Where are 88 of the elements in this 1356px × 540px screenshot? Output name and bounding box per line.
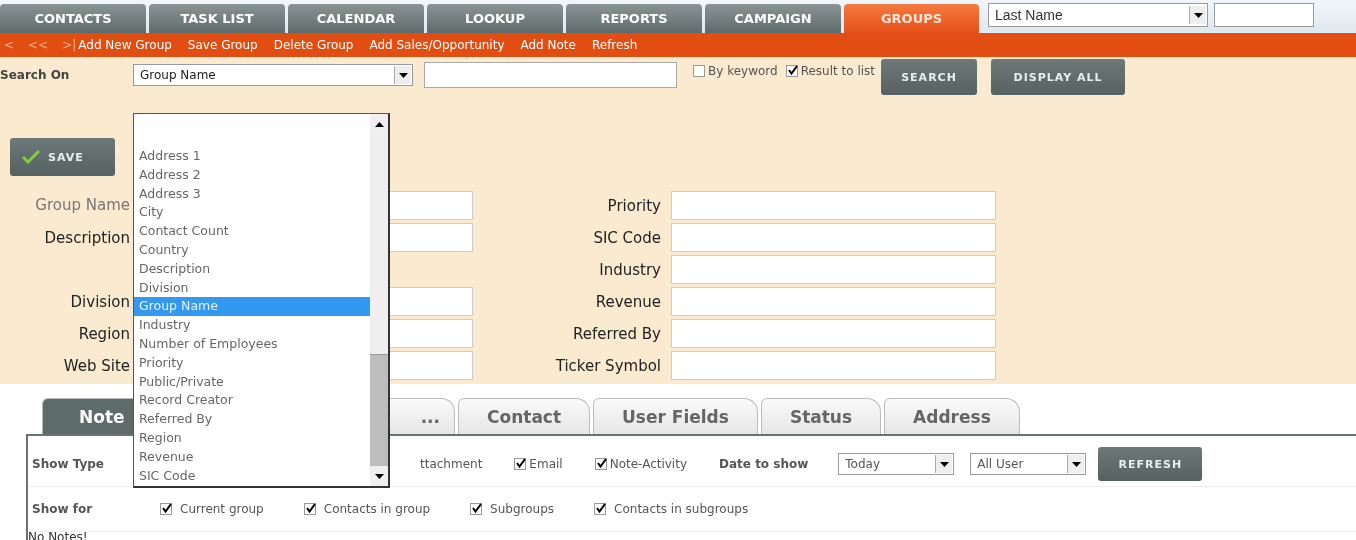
caret-up-icon [374,121,384,127]
row-label: Show for [32,502,94,516]
action-link[interactable]: Delete Group [273,38,354,52]
dropdown-option[interactable]: Country [134,241,370,260]
dropdown-option[interactable]: Address 3 [134,184,370,204]
dropdown-option[interactable]: Address 2 [134,165,370,185]
text-field[interactable] [671,191,996,220]
caret-down-icon [939,461,949,467]
nav-tab[interactable]: TASK LIST [149,4,285,33]
field-label: Industry [598,260,661,279]
dropdown-option[interactable]: Division [134,278,370,298]
checkbox-label: Current group [180,502,264,516]
tab[interactable]: Status [760,398,882,434]
caret-down-icon [1071,461,1081,467]
text-field[interactable] [671,223,996,252]
tab[interactable]: Contact [458,398,591,434]
checkbox[interactable] [160,503,172,515]
checkbox-label: Subgroups [490,502,555,516]
tab[interactable]: User Fields [593,398,758,434]
dropdown-option[interactable]: City [134,203,370,223]
search-field-dropdown[interactable]: Last Name [988,3,1208,27]
checkbox-label: Email [529,457,563,471]
refresh-button[interactable]: REFRESH [1098,447,1203,481]
search-input[interactable] [424,62,677,88]
save-button[interactable]: SAVE [10,138,115,176]
date-dropdown[interactable]: Today [838,453,955,475]
checkbox-label: ttachment [420,457,483,471]
field-label: Description [43,228,130,247]
checkbox-label: By keyword [708,64,778,78]
dropdown-option[interactable]: SIC Code [134,466,370,486]
field-dropdown[interactable]: Group Name [133,64,413,86]
scrollbar[interactable] [370,114,388,486]
text-field[interactable] [671,351,996,380]
field-label: Revenue [594,292,661,311]
checkbox[interactable] [470,503,483,515]
nav-tab[interactable]: LOOKUP [427,4,563,33]
caret-down-icon [374,473,384,479]
checkbox-label: Contacts in group [323,502,431,516]
checkbox[interactable] [785,65,798,77]
display-all-button[interactable]: DISPLAY ALL [991,59,1126,95]
checkbox-label: Result to list [800,64,876,78]
action-link[interactable]: Add Note [520,38,576,52]
nav-tab[interactable]: CALENDAR [288,4,424,33]
tab[interactable]: Address [884,398,1020,434]
row-label: Date to show [719,457,809,471]
checkmark-icon [22,150,40,164]
action-link[interactable]: Add New Group [78,38,172,52]
search-button[interactable]: SEARCH [881,59,978,95]
text-field[interactable] [671,255,996,284]
checkbox[interactable] [693,65,705,77]
nav-tab[interactable]: GROUPS [844,4,979,33]
text-field[interactable] [671,319,996,348]
checkbox[interactable] [303,503,316,515]
checkbox[interactable] [594,503,607,515]
text-field[interactable] [671,287,996,316]
action-link[interactable]: Add Sales/Opportunity [369,38,505,52]
field-label: Region [77,324,130,343]
field-label: Referred By [572,324,661,343]
checkbox[interactable] [594,458,607,470]
field-label: SIC Code [592,228,661,247]
caret-down-icon [1193,12,1203,18]
dropdown-option[interactable]: Number of Employees [134,334,370,354]
nav-tab[interactable]: CAMPAIGN [705,4,841,33]
row-label: Show Type [32,457,105,471]
nav-tab[interactable]: CONTACTS [0,4,146,33]
user-dropdown[interactable]: All User [970,453,1087,475]
dropdown-option[interactable]: Revenue [134,447,370,467]
field-label: Ticker Symbol [554,356,661,375]
field-label: Division [69,292,130,311]
dropdown-option[interactable]: Contact Count [134,222,370,241]
checkbox[interactable] [514,458,527,470]
checkbox-label: Note-Activity [609,457,687,471]
dropdown-option[interactable]: Priority [134,353,370,373]
search-label: Search On [0,67,71,82]
nav-tab[interactable]: REPORTS [566,4,702,33]
checkbox-label: Contacts in subgroups [614,502,749,516]
field-label: Web Site [62,356,130,375]
caret-down-icon [398,72,408,78]
action-link[interactable]: Refresh [591,38,638,52]
action-link[interactable]: Save Group [187,38,258,52]
search-input[interactable] [1214,3,1314,27]
field-label: Group Name [34,198,130,213]
dropdown-option[interactable]: Industry [134,316,370,335]
dropdown-option[interactable]: Public/Private [134,372,370,392]
dropdown-option[interactable]: Description [134,259,370,279]
dropdown-option[interactable]: Group Name [134,297,370,317]
dropdown-option[interactable]: Address 1 [134,147,370,166]
field-label: Priority [606,196,661,215]
